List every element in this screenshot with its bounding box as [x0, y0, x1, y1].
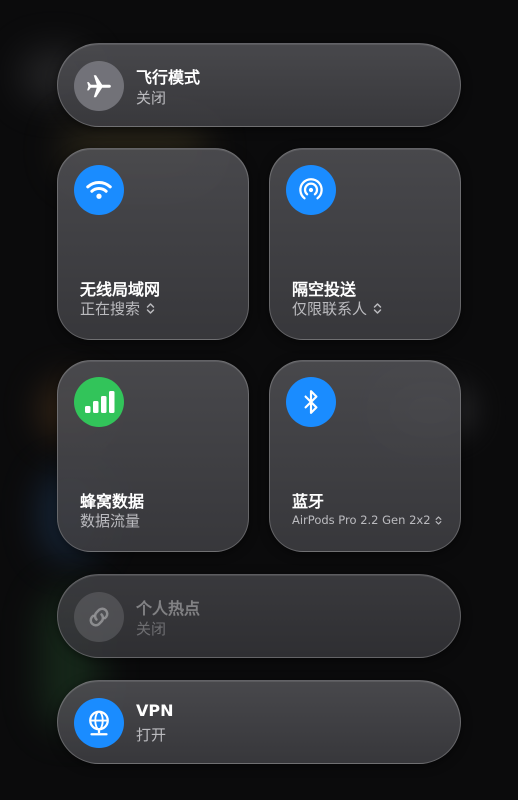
- cellular-bars-icon: [74, 377, 124, 427]
- airdrop-status: 仅限联系人: [292, 298, 382, 319]
- bluetooth-control[interactable]: 蓝牙 AirPods Pro 2.2 Gen 2x2: [269, 360, 461, 552]
- vpn-title: VPN: [136, 701, 174, 720]
- airplane-mode-title: 飞行模式: [136, 68, 201, 87]
- bluetooth-icon: [286, 377, 336, 427]
- wifi-status: 正在搜索: [80, 298, 155, 319]
- wifi-status-text: 正在搜索: [80, 300, 141, 318]
- airplane-mode-status: 关闭: [136, 89, 167, 107]
- vpn-control[interactable]: VPN 打开: [57, 680, 461, 764]
- chevron-up-down-icon: [146, 303, 155, 314]
- wifi-title: 无线局域网: [80, 280, 161, 299]
- hotspot-link-icon: [74, 592, 124, 642]
- vpn-status: 打开: [136, 726, 167, 744]
- wifi-control[interactable]: 无线局域网 正在搜索: [57, 148, 249, 340]
- cellular-title: 蜂窝数据: [80, 492, 145, 511]
- wifi-icon: [74, 165, 124, 215]
- airdrop-control[interactable]: 隔空投送 仅限联系人: [269, 148, 461, 340]
- chevron-up-down-icon: [435, 515, 441, 525]
- airplane-mode-control[interactable]: 飞行模式 关闭: [57, 43, 461, 127]
- airdrop-title: 隔空投送: [292, 280, 357, 299]
- cellular-status: 数据流量: [80, 512, 141, 530]
- airplane-icon: [74, 61, 124, 111]
- hotspot-title: 个人热点: [136, 599, 201, 618]
- bluetooth-status: AirPods Pro 2.2 Gen 2x2: [292, 513, 442, 527]
- airdrop-status-text: 仅限联系人: [292, 300, 368, 318]
- hotspot-status: 关闭: [136, 620, 167, 638]
- vpn-globe-icon: [74, 698, 124, 748]
- airdrop-icon: [286, 165, 336, 215]
- chevron-up-down-icon: [373, 303, 382, 314]
- bluetooth-device-name: AirPods Pro 2.2 Gen 2x2: [292, 513, 431, 527]
- cellular-data-control[interactable]: 蜂窝数据 数据流量: [57, 360, 249, 552]
- bluetooth-title: 蓝牙: [292, 492, 325, 511]
- personal-hotspot-control[interactable]: 个人热点 关闭: [57, 574, 461, 658]
